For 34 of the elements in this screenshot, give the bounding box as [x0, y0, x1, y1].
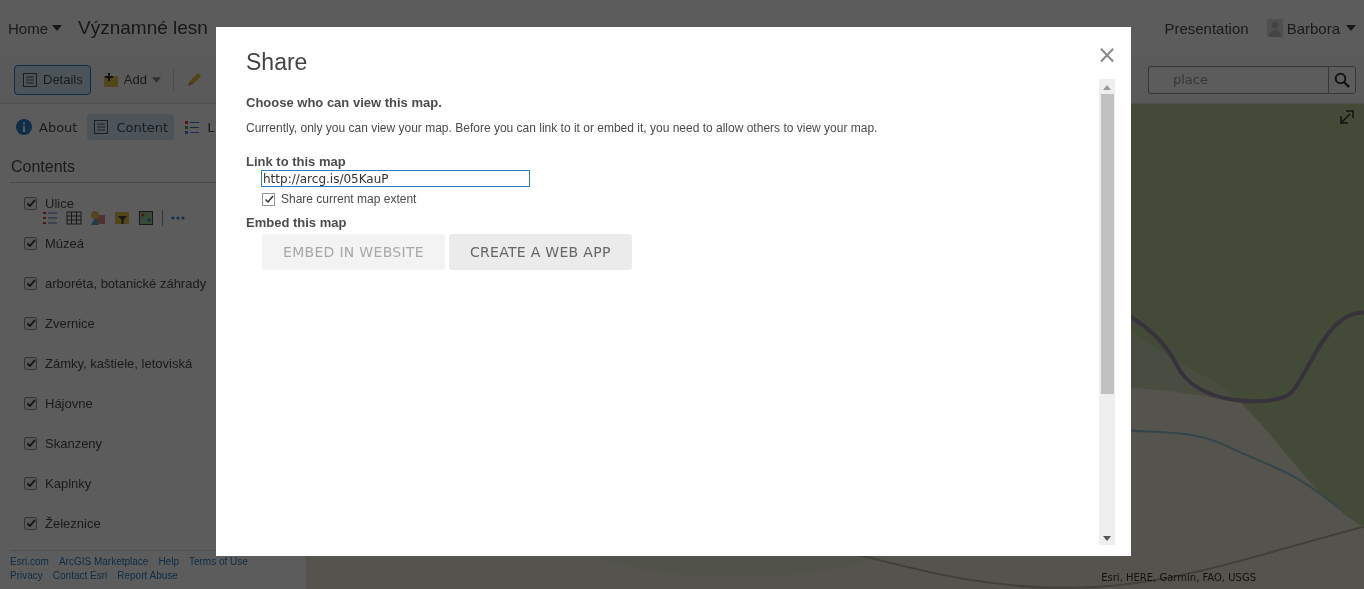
- sidebar-tab[interactable]: About: [10, 114, 84, 140]
- footer-link[interactable]: ArcGIS Marketplace: [58, 555, 149, 569]
- footer-link[interactable]: Help: [158, 555, 179, 569]
- sidebar-tab[interactable]: L: [178, 114, 221, 140]
- layer-name: Zvernice: [45, 315, 95, 331]
- layer-name: Hájovne: [45, 395, 93, 411]
- home-menu[interactable]: Home: [8, 19, 62, 37]
- layer-name: arboréta, botanické záhrady: [45, 275, 207, 291]
- toolbar-button[interactable]: Details: [14, 64, 91, 95]
- message-text: Currently, only you can view your map. Before you can link to it or embed it, you need to allow others to view your map.: [246, 121, 879, 135]
- footer-link[interactable]: Contact Esri: [52, 569, 108, 583]
- header-link[interactable]: Presentation: [1164, 19, 1249, 37]
- checkbox-label: Share current map extent: [281, 192, 417, 206]
- layer-name: Skanzeny: [45, 435, 103, 451]
- close-button[interactable]: ×: [1090, 41, 1123, 69]
- layer-name: Ulice: [45, 195, 74, 211]
- footer-link[interactable]: Terms of Use: [188, 555, 248, 569]
- toolbar-button[interactable]: Add: [94, 64, 169, 95]
- map-title: Významné lesn: [78, 17, 208, 39]
- map-attribution: Esri, HERE, Garmin, FAO, USGS: [1101, 572, 1256, 583]
- dialog-title: Share: [246, 49, 308, 76]
- layer-name: Železnice: [45, 515, 101, 531]
- section-heading: Choose who can view this map.: [246, 95, 443, 110]
- layer-name: Kaplnky: [45, 475, 92, 491]
- link-field[interactable]: http://arcg.is/05KauP: [261, 170, 530, 187]
- layer-name: Múzeá: [45, 235, 85, 251]
- footer-link[interactable]: Report Abuse: [117, 569, 178, 583]
- section-heading: Embed this map: [246, 215, 348, 230]
- dialog-button[interactable]: CREATE A WEB APP: [448, 234, 632, 270]
- footer-link[interactable]: Esri.com: [10, 555, 49, 569]
- user-menu[interactable]: Barbora: [1286, 19, 1356, 37]
- footer-link[interactable]: Privacy: [10, 569, 43, 583]
- sidebar-tab[interactable]: Content: [87, 114, 175, 140]
- layer-name: Zámky, kaštiele, letoviská: [45, 355, 193, 371]
